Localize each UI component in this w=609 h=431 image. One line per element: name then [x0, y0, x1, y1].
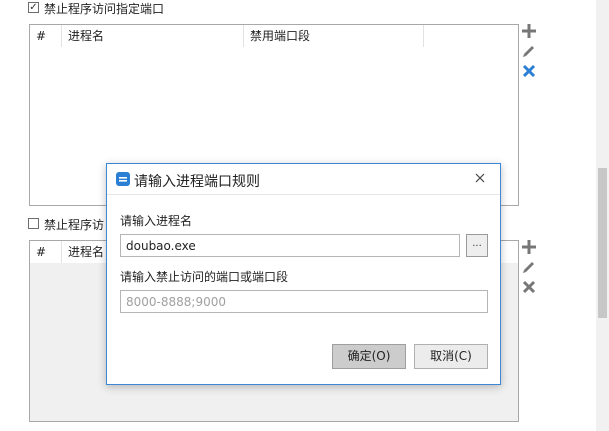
dialog-close-button[interactable]	[472, 170, 488, 186]
pencil-icon[interactable]	[522, 44, 536, 58]
close-icon	[475, 173, 485, 183]
page-scrollbar[interactable]	[596, 0, 609, 431]
close-icon[interactable]	[522, 64, 536, 78]
column-header-process: 进程名	[62, 25, 244, 47]
plus-icon[interactable]	[522, 24, 536, 38]
dialog-title: 请输入进程端口规则	[134, 174, 260, 190]
port-range-label: 请输入禁止访问的端口或端口段	[120, 270, 289, 284]
port-rule-dialog: 请输入进程端口规则 请输入进程名 ... 请输入禁止访问的端口或端口段 确定(O…	[106, 163, 501, 385]
section2-checkbox[interactable]	[28, 218, 39, 229]
port-range-input[interactable]	[120, 290, 488, 313]
section2-label: 禁止程序访	[44, 218, 105, 232]
pencil-icon[interactable]	[522, 260, 536, 274]
plus-icon[interactable]	[522, 240, 536, 254]
section1-label: 禁止程序访问指定端口	[44, 2, 165, 16]
column-header-index: #	[30, 241, 62, 263]
column-header-ports: 禁用端口段	[244, 25, 424, 47]
title-divider	[107, 194, 500, 195]
process-name-label: 请输入进程名	[120, 214, 193, 228]
ok-button[interactable]: 确定(O)	[332, 344, 406, 369]
cancel-button[interactable]: 取消(C)	[414, 344, 488, 369]
column-header-index: #	[30, 25, 62, 47]
scrollbar-thumb[interactable]	[598, 168, 607, 318]
process-name-input[interactable]	[120, 234, 460, 257]
app-icon	[116, 172, 130, 186]
browse-button[interactable]: ...	[466, 234, 488, 257]
section1-checkbox[interactable]: ✓	[28, 2, 39, 13]
close-icon[interactable]	[522, 280, 536, 294]
